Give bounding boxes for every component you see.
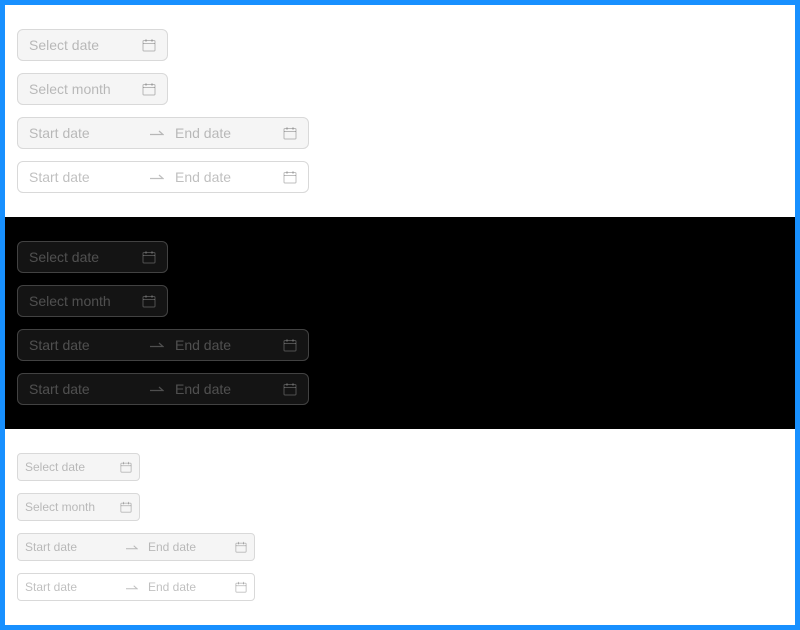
- date-placeholder: Select date: [29, 249, 100, 265]
- range-picker-disabled[interactable]: Start date End date: [17, 533, 255, 561]
- calendar-icon: [142, 38, 156, 52]
- range-picker[interactable]: Start date End date: [17, 161, 309, 193]
- range-picker[interactable]: Start date End date: [17, 373, 309, 405]
- start-date-placeholder: Start date: [29, 381, 90, 397]
- month-picker[interactable]: Select month: [17, 285, 168, 317]
- calendar-icon: [120, 501, 132, 513]
- calendar-icon: [142, 250, 156, 264]
- swap-right-icon: [122, 544, 142, 551]
- range-picker[interactable]: Start date End date: [17, 573, 255, 601]
- swap-right-icon: [147, 173, 167, 181]
- month-picker[interactable]: Select month: [17, 493, 140, 521]
- month-picker[interactable]: Select month: [17, 73, 168, 105]
- small-section: Select date Select month Start date End …: [5, 429, 795, 625]
- end-date-placeholder: End date: [148, 580, 197, 594]
- start-date-placeholder: Start date: [25, 540, 78, 554]
- start-date-placeholder: Start date: [25, 580, 78, 594]
- start-date-placeholder: Start date: [29, 337, 90, 353]
- end-date-placeholder: End date: [175, 381, 232, 397]
- date-placeholder: Select date: [29, 37, 100, 53]
- end-date-placeholder: End date: [175, 125, 232, 141]
- start-date-placeholder: Start date: [29, 125, 90, 141]
- calendar-icon: [142, 294, 156, 308]
- swap-right-icon: [147, 341, 167, 349]
- dark-section: Select date Select month Start date End …: [5, 217, 795, 429]
- date-picker[interactable]: Select date: [17, 241, 168, 273]
- date-picker[interactable]: Select date: [17, 29, 168, 61]
- month-placeholder: Select month: [25, 500, 96, 514]
- calendar-icon: [142, 82, 156, 96]
- month-placeholder: Select month: [29, 293, 111, 309]
- start-date-placeholder: Start date: [29, 169, 90, 185]
- end-date-placeholder: End date: [148, 540, 197, 554]
- end-date-placeholder: End date: [175, 337, 232, 353]
- month-placeholder: Select month: [29, 81, 111, 97]
- end-date-placeholder: End date: [175, 169, 232, 185]
- calendar-icon: [283, 126, 297, 140]
- calendar-icon: [235, 581, 247, 593]
- swap-right-icon: [147, 385, 167, 393]
- calendar-icon: [120, 461, 132, 473]
- date-picker[interactable]: Select date: [17, 453, 140, 481]
- calendar-icon: [235, 541, 247, 553]
- calendar-icon: [283, 382, 297, 396]
- date-placeholder: Select date: [25, 460, 86, 474]
- range-picker-disabled[interactable]: Start date End date: [17, 329, 309, 361]
- calendar-icon: [283, 338, 297, 352]
- swap-right-icon: [147, 129, 167, 137]
- range-picker-disabled[interactable]: Start date End date: [17, 117, 309, 149]
- light-section: Select date Select month Start date End …: [5, 5, 795, 217]
- calendar-icon: [283, 170, 297, 184]
- swap-right-icon: [122, 584, 142, 591]
